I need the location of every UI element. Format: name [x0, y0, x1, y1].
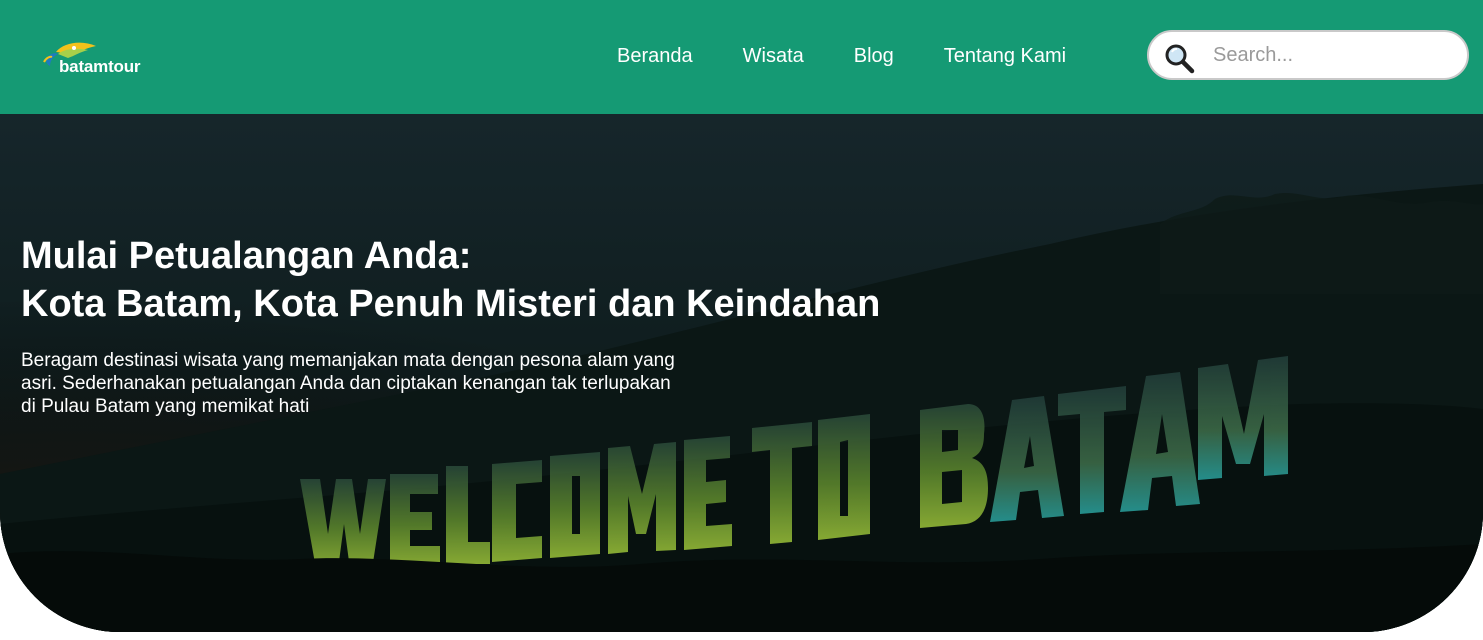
search-icon[interactable] [1163, 42, 1195, 74]
search-input[interactable] [1213, 41, 1453, 69]
logo-text: batamtour [59, 57, 141, 76]
nav-link-blog[interactable]: Blog [854, 44, 894, 68]
logo[interactable]: batamtour [40, 38, 160, 78]
nav-link-beranda[interactable]: Beranda [617, 44, 693, 68]
nav-link-tentang-kami[interactable]: Tentang Kami [944, 44, 1066, 68]
main-nav: Beranda Wisata Blog Tentang Kami [617, 44, 1066, 68]
hero-description: Beragam destinasi wisata yang memanjakan… [21, 350, 675, 417]
hero-title-line-2: Kota Batam, Kota Penuh Misteri dan Keind… [21, 283, 881, 325]
hero-title: Mulai Petualangan Anda: Kota Batam, Kota… [21, 232, 880, 328]
search-box[interactable] [1147, 30, 1469, 80]
hero-banner: Mulai Petualangan Anda: Kota Batam, Kota… [0, 114, 1483, 632]
nav-link-wisata[interactable]: Wisata [743, 44, 804, 68]
page: batamtour Beranda Wisata Blog Tentang Ka… [0, 0, 1483, 640]
hero-title-line-1: Mulai Petualangan Anda: [21, 235, 472, 277]
site-header: batamtour Beranda Wisata Blog Tentang Ka… [0, 0, 1483, 114]
